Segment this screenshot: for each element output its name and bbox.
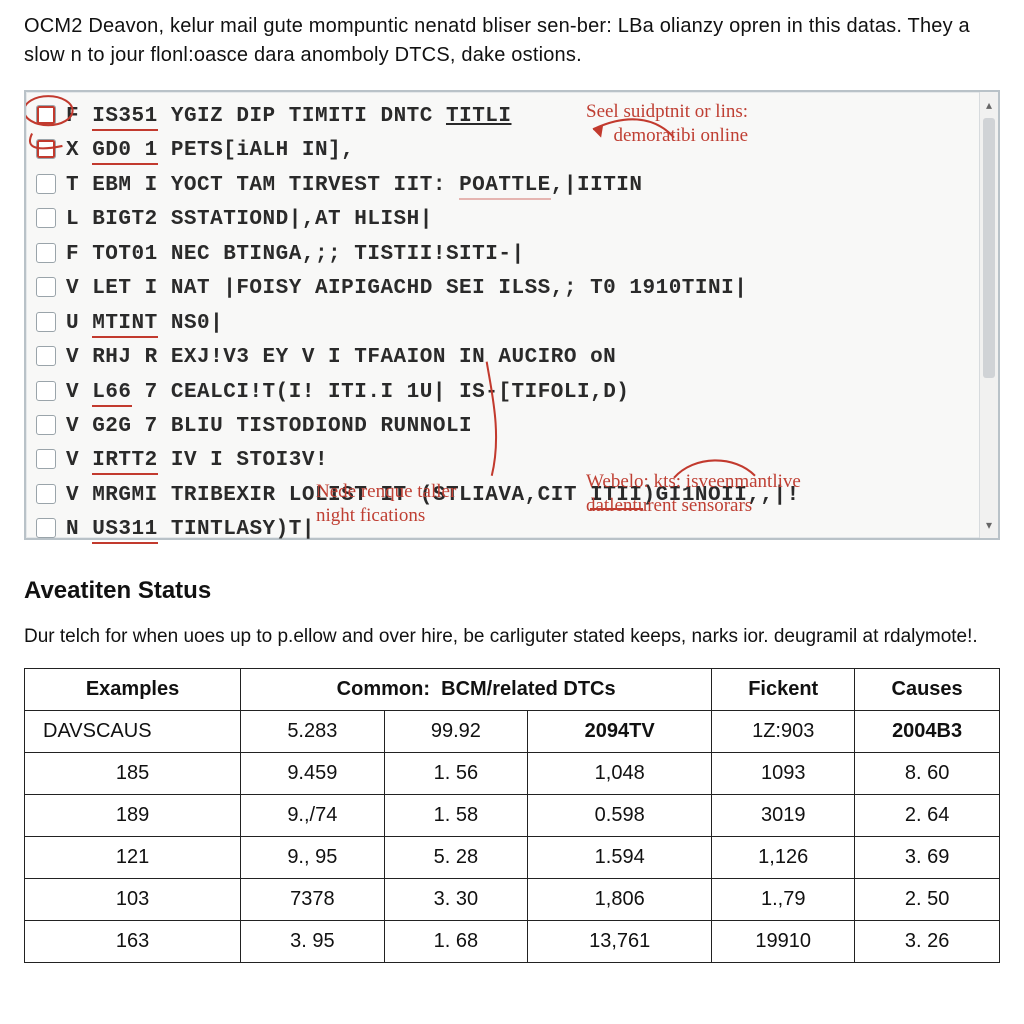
- checkbox[interactable]: [36, 381, 56, 401]
- table-cell: 9., 95: [241, 837, 385, 879]
- list-item: L BIGT2 SSTATIOND|,AT HLISH|: [32, 203, 988, 237]
- table-cell: 1Z:903: [712, 711, 855, 753]
- table-cell: 2. 64: [855, 795, 1000, 837]
- table-cell: 1,126: [712, 837, 855, 879]
- list-item: V RHJ R EXJ!V3 EY V I TFAAION IN AUCIRO …: [32, 341, 988, 375]
- table-cell: 0.598: [528, 795, 712, 837]
- table-cell: 5.283: [241, 711, 385, 753]
- table-row: 10373783. 301,8061.,792. 50: [25, 879, 1000, 921]
- th-common: Common: BCM/related DTCs: [241, 669, 712, 711]
- scrollbar[interactable]: ▴ ▾: [979, 92, 998, 538]
- list-item: X GD0 1 PETS[iALH IN],: [32, 134, 988, 168]
- table-cell: 2094TV: [528, 711, 712, 753]
- list-item: T EBM I YOCT TAM TIRVEST IIT: POATTLE,|I…: [32, 169, 988, 203]
- section-subtext: Dur telch for when uoes up to p.ellow an…: [24, 623, 1000, 651]
- table-cell: 163: [25, 921, 241, 963]
- list-item-text: V IRTT2 IV I STOI3V!: [66, 446, 328, 476]
- checkbox[interactable]: [36, 312, 56, 332]
- table-cell: 7378: [241, 879, 385, 921]
- checkbox[interactable]: [36, 139, 56, 159]
- list-item: V MRGMI TRIBEXIR LOLIST IT (STLIAVA,CIT …: [32, 479, 988, 513]
- list-item-text: N US311 TINTLASY)T|: [66, 515, 315, 545]
- list-item-text: F IS351 YGIZ DIP TIMITI DNTC TITLI: [66, 102, 512, 132]
- checkbox[interactable]: [36, 174, 56, 194]
- table-cell: 3. 30: [384, 879, 528, 921]
- list-item: V IRTT2 IV I STOI3V!: [32, 444, 988, 478]
- list-item: F IS351 YGIZ DIP TIMITI DNTC TITLI: [32, 100, 988, 134]
- code-list: F IS351 YGIZ DIP TIMITI DNTC TITLI X GD0 …: [32, 100, 988, 548]
- table-cell: 19910: [712, 921, 855, 963]
- list-item-text: V MRGMI TRIBEXIR LOLIST IT (STLIAVA,CIT …: [66, 481, 800, 511]
- table-cell: 3. 95: [241, 921, 385, 963]
- scroll-down-arrow-icon[interactable]: ▾: [983, 518, 995, 532]
- table-cell: 121: [25, 837, 241, 879]
- table-cell: 1.,79: [712, 879, 855, 921]
- list-item-text: V RHJ R EXJ!V3 EY V I TFAAION IN AUCIRO …: [66, 343, 616, 373]
- list-item: V L66 7 CEALCI!T(I! ITI.I 1U| IS-[TIFOLI…: [32, 376, 988, 410]
- table-cell: 3. 69: [855, 837, 1000, 879]
- table-cell: 1093: [712, 753, 855, 795]
- list-item: N US311 TINTLASY)T|: [32, 513, 988, 547]
- list-item-text: U MTINT NS0|: [66, 309, 223, 339]
- table-row: 1899.,/741. 580.59830192. 64: [25, 795, 1000, 837]
- table-cell: 9.,/74: [241, 795, 385, 837]
- list-item-text: V L66 7 CEALCI!T(I! ITI.I 1U| IS-[TIFOLI…: [66, 378, 629, 408]
- checkbox[interactable]: [36, 243, 56, 263]
- table-cell: 1.594: [528, 837, 712, 879]
- th-examples: Examples: [25, 669, 241, 711]
- list-item: V G2G 7 BLIU TISTODIOND RUNNOLI: [32, 410, 988, 444]
- data-table: Examples Common: BCM/related DTCs Ficken…: [24, 668, 1000, 963]
- table-row: 1219., 955. 281.5941,1263. 69: [25, 837, 1000, 879]
- table-cell: 1,048: [528, 753, 712, 795]
- table-cell: 1. 68: [384, 921, 528, 963]
- table-cell: 9.459: [241, 753, 385, 795]
- table-cell: 185: [25, 753, 241, 795]
- checkbox[interactable]: [36, 346, 56, 366]
- table-row: 1633. 951. 6813,761199103. 26: [25, 921, 1000, 963]
- checkbox[interactable]: [36, 415, 56, 435]
- checkbox[interactable]: [36, 105, 56, 125]
- list-item-text: X GD0 1 PETS[iALH IN],: [66, 136, 354, 166]
- table-cell: 103: [25, 879, 241, 921]
- table-cell: 2004B3: [855, 711, 1000, 753]
- th-causes: Causes: [855, 669, 1000, 711]
- table-header: Examples Common: BCM/related DTCs Ficken…: [25, 669, 1000, 711]
- checkbox[interactable]: [36, 518, 56, 538]
- table-cell: 8. 60: [855, 753, 1000, 795]
- table-row: 1859.4591. 561,04810938. 60: [25, 753, 1000, 795]
- table-cell: 99.92: [384, 711, 528, 753]
- list-item: U MTINT NS0|: [32, 307, 988, 341]
- checkbox[interactable]: [36, 484, 56, 504]
- table-cell: 1. 58: [384, 795, 528, 837]
- list-item: V LET I NAT |FOISY AIPIGACHD SEI ILSS,; …: [32, 272, 988, 306]
- table-cell: 2. 50: [855, 879, 1000, 921]
- table-cell: 3019: [712, 795, 855, 837]
- list-item-text: V G2G 7 BLIU TISTODIOND RUNNOLI: [66, 412, 472, 442]
- list-item: F TOT01 NEC BTINGA,;; TISTII!SITI-|: [32, 238, 988, 272]
- checkbox[interactable]: [36, 449, 56, 469]
- list-item-text: V LET I NAT |FOISY AIPIGACHD SEI ILSS,; …: [66, 274, 747, 304]
- table-cell: 189: [25, 795, 241, 837]
- table-cell: 5. 28: [384, 837, 528, 879]
- checkbox[interactable]: [36, 277, 56, 297]
- table-cell: 13,761: [528, 921, 712, 963]
- scrollbar-thumb[interactable]: [983, 118, 995, 378]
- list-item-text: L BIGT2 SSTATIOND|,AT HLISH|: [66, 205, 433, 235]
- list-item-text: F TOT01 NEC BTINGA,;; TISTII!SITI-|: [66, 240, 525, 270]
- table-cell: 1,806: [528, 879, 712, 921]
- scroll-up-arrow-icon[interactable]: ▴: [983, 98, 995, 112]
- table-row: DAVSCAUS5.28399.922094TV1Z:9032004B3: [25, 711, 1000, 753]
- table-cell: 3. 26: [855, 921, 1000, 963]
- th-fickent: Fickent: [712, 669, 855, 711]
- intro-paragraph: OCM2 Deavon, kelur mail gute mompuntic n…: [24, 12, 1000, 70]
- table-body: DAVSCAUS5.28399.922094TV1Z:9032004B31859…: [25, 711, 1000, 963]
- checkbox[interactable]: [36, 208, 56, 228]
- section-heading: Aveatiten Status: [24, 574, 1000, 609]
- table-cell: DAVSCAUS: [25, 711, 241, 753]
- list-item-text: T EBM I YOCT TAM TIRVEST IIT: POATTLE,|I…: [66, 171, 643, 201]
- code-listing-panel: F IS351 YGIZ DIP TIMITI DNTC TITLI X GD0 …: [24, 90, 1000, 540]
- table-cell: 1. 56: [384, 753, 528, 795]
